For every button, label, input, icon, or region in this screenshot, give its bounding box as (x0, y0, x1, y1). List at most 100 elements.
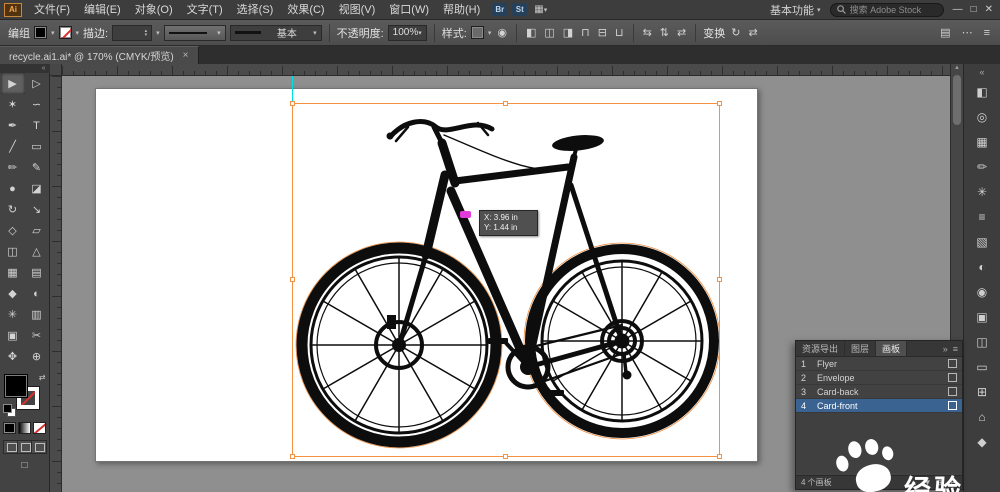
document-tab[interactable]: recycle.ai1.ai* @ 170% (CMYK/预览) × (0, 46, 199, 64)
draw-behind-button[interactable] (18, 441, 32, 453)
recolor-artwork-icon[interactable]: ◉ (495, 26, 509, 39)
panel-expand-icon[interactable]: » (943, 344, 948, 354)
eraser-tool[interactable]: ◪ (25, 178, 49, 199)
artboard-name[interactable]: Card-front (817, 401, 944, 411)
new-artboard-icon[interactable]: ⊞ (938, 478, 945, 487)
align-right-icon[interactable]: ◨ (561, 26, 575, 39)
appearance-panel-icon[interactable]: ◉ (969, 279, 995, 304)
fill-color-swatch[interactable] (34, 26, 47, 39)
selection-handle[interactable] (290, 101, 295, 106)
column-graph-tool[interactable]: ▥ (25, 304, 49, 325)
blend-tool[interactable]: ◐ (25, 283, 49, 304)
pencil-tool[interactable]: ✎ (25, 157, 49, 178)
swap-fill-stroke-icon[interactable]: ⇄ (39, 373, 46, 382)
selection-handle[interactable] (290, 454, 295, 459)
menu-item-file[interactable]: 文件(F) (27, 0, 77, 20)
tab-artboards[interactable]: 画板 (876, 341, 907, 356)
selection-handle[interactable] (290, 277, 295, 282)
restore-icon[interactable]: □ (971, 0, 977, 20)
gradient-button[interactable] (18, 422, 31, 434)
color-guide-panel-icon[interactable]: ◎ (969, 104, 995, 129)
selection-handle[interactable] (503, 101, 508, 106)
rectangle-tool[interactable]: ▭ (25, 136, 49, 157)
more-options-icon[interactable]: ⋯ (960, 26, 975, 39)
screen-mode-button[interactable]: □ (21, 460, 27, 471)
flip-object-icon[interactable]: ⇄ (746, 26, 759, 39)
gradient-tool[interactable]: ▤ (25, 262, 49, 283)
artboards-panel-icon[interactable]: ▭ (969, 354, 995, 379)
bridge-icon[interactable]: Br (492, 3, 507, 16)
magic-wand-tool[interactable]: ✶ (1, 94, 25, 115)
width-profile-dropdown[interactable]: ▾ (164, 25, 226, 41)
artboard-page-icon[interactable] (948, 373, 957, 382)
chevron-down-icon[interactable]: ▾ (488, 29, 492, 37)
color-button[interactable] (3, 422, 16, 434)
stock-icon[interactable]: St (512, 3, 527, 16)
control-panel-menu-icon[interactable]: ≡ (982, 27, 992, 39)
mesh-tool[interactable]: ▦ (1, 262, 25, 283)
info-panel-icon[interactable]: ◆ (969, 429, 995, 454)
default-fill-stroke-icon[interactable] (3, 404, 16, 417)
close-icon[interactable]: ✕ (985, 0, 993, 20)
horizontal-ruler[interactable] (62, 64, 950, 76)
align-middle-icon[interactable]: ⊟ (596, 26, 609, 39)
selection-tool[interactable]: ▶ (1, 73, 25, 94)
delete-artboard-icon[interactable]: ⊟ (950, 478, 957, 487)
ruler-origin-corner[interactable] (50, 64, 62, 76)
selection-handle[interactable] (717, 277, 722, 282)
perspective-grid-tool[interactable]: △ (25, 241, 49, 262)
artboard-page-icon[interactable] (948, 359, 957, 368)
fill-swatch[interactable] (5, 375, 27, 397)
line-segment-tool[interactable]: ╱ (1, 136, 25, 157)
draw-normal-button[interactable] (4, 441, 18, 453)
scroll-up-icon[interactable]: ▲ (951, 64, 963, 73)
type-tool[interactable]: T (25, 115, 49, 136)
blob-brush-tool[interactable]: ● (1, 178, 25, 199)
chevron-down-icon[interactable]: ▾ (51, 29, 55, 37)
symbol-sprayer-tool[interactable]: ✳ (1, 304, 25, 325)
menu-item-select[interactable]: 选择(S) (230, 0, 281, 20)
artboard-name[interactable]: Card-back (817, 387, 944, 397)
direct-selection-tool[interactable]: ▷ (25, 73, 49, 94)
menu-item-type[interactable]: 文字(T) (180, 0, 230, 20)
menu-item-edit[interactable]: 编辑(E) (77, 0, 128, 20)
rotate-object-icon[interactable]: ↻ (729, 26, 742, 39)
align-center-h-icon[interactable]: ◫ (542, 26, 556, 39)
artboard-name[interactable]: Envelope (817, 373, 944, 383)
distribute-spacing-icon[interactable]: ⇄ (675, 26, 688, 39)
menu-item-object[interactable]: 对象(O) (128, 0, 180, 20)
slice-tool[interactable]: ✂ (25, 325, 49, 346)
scale-tool[interactable]: ↘ (25, 199, 49, 220)
artboard-row[interactable]: 2 Envelope (796, 371, 962, 385)
width-tool[interactable]: ◇ (1, 220, 25, 241)
artboard-name[interactable]: Flyer (817, 359, 944, 369)
chevron-down-icon[interactable]: ▾ (76, 29, 80, 37)
color-panel-icon[interactable]: ◧ (969, 79, 995, 104)
libraries-panel-icon[interactable]: ⌂ (969, 404, 995, 429)
align-options-icon[interactable]: ▤ (938, 26, 952, 39)
vertical-ruler[interactable] (50, 76, 62, 492)
pen-tool[interactable]: ✒ (1, 115, 25, 136)
layers-panel-icon[interactable]: ◫ (969, 329, 995, 354)
workspace-switcher[interactable]: 基本功能 ▾ (770, 2, 821, 18)
minimize-icon[interactable]: — (953, 0, 963, 20)
panel-menu-icon[interactable]: ≡ (953, 344, 958, 354)
none-button[interactable] (33, 422, 46, 434)
graphic-styles-panel-icon[interactable]: ▣ (969, 304, 995, 329)
stroke-weight-stepper[interactable]: ▴ ▾ (112, 25, 152, 41)
menu-item-effect[interactable]: 效果(C) (280, 0, 331, 20)
lasso-tool[interactable]: ∽ (25, 94, 49, 115)
transparency-panel-icon[interactable]: ◐ (969, 254, 995, 279)
menu-item-window[interactable]: 窗口(W) (382, 0, 436, 20)
brush-definition-dropdown[interactable]: 基本 ▾ (230, 25, 322, 41)
align-left-icon[interactable]: ◧ (524, 26, 538, 39)
tab-close-icon[interactable]: × (183, 50, 189, 61)
menu-item-view[interactable]: 视图(V) (332, 0, 383, 20)
scrollbar-thumb[interactable] (953, 75, 961, 125)
style-swatch[interactable] (471, 26, 484, 39)
draw-inside-button[interactable] (32, 441, 46, 453)
brushes-panel-icon[interactable]: ✏ (969, 154, 995, 179)
stepper-down-icon[interactable]: ▾ (145, 33, 148, 37)
stroke-color-swatch[interactable] (59, 26, 72, 39)
distribute-vertical-icon[interactable]: ⇅ (658, 26, 671, 39)
